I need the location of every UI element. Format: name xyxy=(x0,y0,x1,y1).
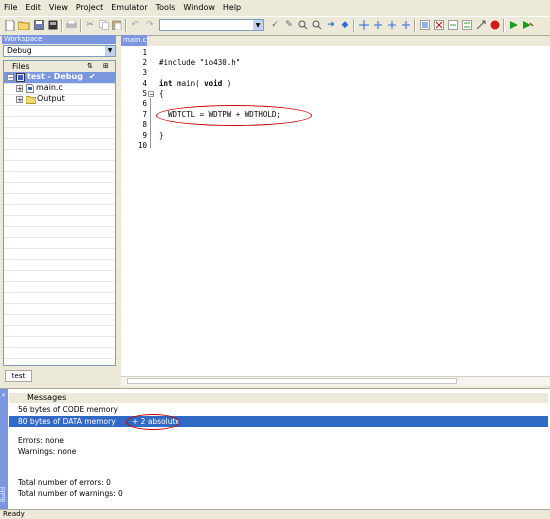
code-editor[interactable]: 1 2 3 4 5 6 7 8 9 10 − #include "io430.h… xyxy=(121,46,550,376)
options-icon[interactable] xyxy=(475,19,487,31)
checkmark-icon: ✔ xyxy=(89,72,96,81)
print-icon[interactable] xyxy=(65,19,77,31)
build-icon[interactable] xyxy=(447,19,459,31)
menu-emulator[interactable]: Emulator xyxy=(107,0,151,16)
build-side-label: Build xyxy=(0,487,7,503)
menu-edit[interactable]: Edit xyxy=(21,0,45,16)
rebuild-icon[interactable] xyxy=(461,19,473,31)
download-debug-icon[interactable] xyxy=(433,19,445,31)
message-line[interactable]: Total number of errors: 0 xyxy=(18,477,111,488)
close-icon[interactable]: × xyxy=(1,392,6,399)
line-number: 10 xyxy=(137,141,147,150)
bookmark-icon[interactable] xyxy=(297,19,309,31)
collapse-icon[interactable]: − xyxy=(7,74,14,82)
toggle-bookmark-icon[interactable] xyxy=(358,19,370,31)
message-line[interactable]: Total number of warnings: 0 xyxy=(18,488,123,499)
files-tree: Files ⇅ ⊞ − test - Debug ✔ + main.c + Ou… xyxy=(3,60,116,366)
debug-icon[interactable] xyxy=(419,19,431,31)
code-line: { xyxy=(159,89,164,98)
menu-bar: File Edit View Project Emulator Tools Wi… xyxy=(0,0,550,16)
find-next-icon[interactable]: ✎ xyxy=(283,19,295,31)
sort-icon[interactable]: ⇅ xyxy=(87,61,93,72)
chevron-down-icon[interactable]: ▼ xyxy=(105,46,115,56)
menu-file[interactable]: File xyxy=(0,0,21,16)
workspace-tab[interactable]: test xyxy=(5,370,32,382)
empty-row xyxy=(4,358,115,365)
build-side-tab[interactable]: Build × xyxy=(0,389,8,510)
paste-icon[interactable] xyxy=(111,19,123,31)
toolbar: ✂ ↶ ↷ ▼ ✓ ✎ ➜ ◆ xyxy=(0,16,550,36)
highlight-ellipse xyxy=(126,414,180,430)
c-file-icon xyxy=(26,84,34,93)
stop-icon[interactable] xyxy=(489,19,501,31)
open-icon[interactable] xyxy=(18,19,30,31)
code-line: int main( void ) xyxy=(159,79,232,88)
file-label: main.c xyxy=(36,83,63,92)
menu-tools[interactable]: Tools xyxy=(152,0,180,16)
compile-icon[interactable] xyxy=(372,19,384,31)
message-line[interactable]: Errors: none xyxy=(18,435,64,446)
project-label: test - Debug xyxy=(27,72,83,81)
scroll-thumb[interactable] xyxy=(127,378,457,384)
configuration-select[interactable]: Debug ▼ xyxy=(3,45,116,57)
line-number: 8 xyxy=(142,120,147,129)
line-number: 9 xyxy=(142,131,147,140)
line-number: 5 xyxy=(142,89,147,98)
save-all-icon[interactable] xyxy=(47,19,59,31)
line-number: 3 xyxy=(142,68,147,77)
message-line[interactable]: 80 bytes of DATA memory xyxy=(18,416,116,427)
horizontal-scrollbar[interactable] xyxy=(121,376,550,386)
folder-label: Output xyxy=(37,94,65,103)
chevron-down-icon[interactable]: ▼ xyxy=(253,20,263,30)
project-icon xyxy=(16,73,25,82)
redo-icon[interactable]: ↷ xyxy=(144,19,156,31)
save-icon[interactable] xyxy=(33,19,45,31)
folder-icon xyxy=(26,96,36,104)
copy-icon[interactable] xyxy=(98,19,110,31)
code-line: #include "io430.h" xyxy=(159,58,241,67)
editor-tab[interactable]: main.c xyxy=(121,35,147,46)
code-line: } xyxy=(159,131,164,140)
configuration-value: Debug xyxy=(7,46,32,55)
goto-icon[interactable] xyxy=(311,19,323,31)
status-bar: Ready xyxy=(0,509,550,518)
prev-bookmark-icon[interactable]: ◆ xyxy=(339,19,351,31)
next-bookmark-icon[interactable]: ➜ xyxy=(325,19,337,31)
fold-line xyxy=(150,98,151,148)
expand-icon[interactable]: + xyxy=(16,85,23,93)
menu-project[interactable]: Project xyxy=(72,0,107,16)
menu-view[interactable]: View xyxy=(45,0,72,16)
message-line[interactable]: Warnings: none xyxy=(18,446,76,457)
make-icon[interactable] xyxy=(386,19,398,31)
line-number: 6 xyxy=(142,99,147,108)
new-file-icon[interactable] xyxy=(4,19,16,31)
messages-panel: Build × Messages 56 bytes of CODE memory… xyxy=(0,388,550,510)
line-number: 4 xyxy=(142,79,147,88)
find-icon[interactable]: ✓ xyxy=(269,19,281,31)
highlight-ellipse xyxy=(156,105,312,126)
line-number: 7 xyxy=(142,110,147,119)
fold-icon[interactable]: − xyxy=(148,91,154,98)
workspace-title: Workspace xyxy=(2,35,116,44)
message-line[interactable]: 56 bytes of CODE memory xyxy=(18,404,118,415)
line-number: 2 xyxy=(142,58,147,67)
stop-build-icon[interactable] xyxy=(400,19,412,31)
cut-icon[interactable]: ✂ xyxy=(84,19,96,31)
files-column-label: Files xyxy=(12,62,30,71)
menu-window[interactable]: Window xyxy=(179,0,219,16)
line-number-gutter: 1 2 3 4 5 6 7 8 9 10 − xyxy=(121,46,154,376)
expand-icon[interactable]: + xyxy=(16,96,23,104)
options-icon[interactable]: ⊞ xyxy=(103,61,109,72)
menu-help[interactable]: Help xyxy=(219,0,245,16)
toolbar-combo[interactable]: ▼ xyxy=(159,19,264,31)
undo-icon[interactable]: ↶ xyxy=(129,19,141,31)
messages-column-label: Messages xyxy=(27,393,67,402)
go-icon[interactable] xyxy=(508,19,520,31)
line-number: 1 xyxy=(142,48,147,57)
download-and-debug-icon[interactable] xyxy=(522,19,534,31)
